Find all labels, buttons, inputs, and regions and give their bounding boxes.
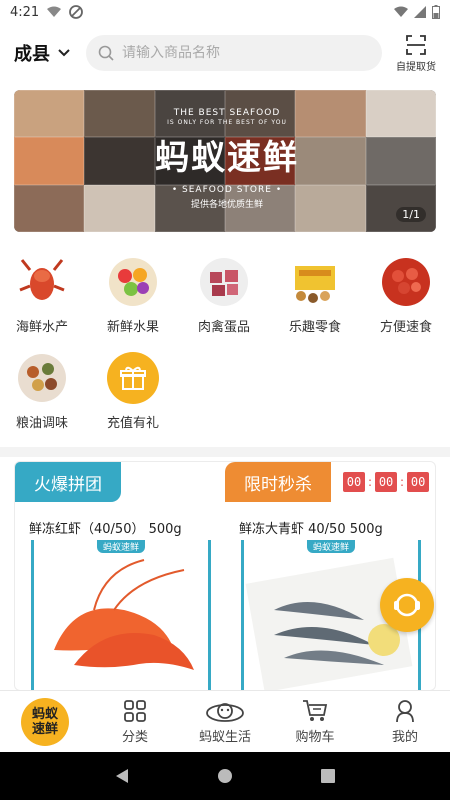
- section-divider: [0, 447, 450, 457]
- banner-page-counter: 1/1: [396, 207, 426, 222]
- home-logo-text: 蚂蚁速鲜: [31, 707, 58, 737]
- banner-title: 蚂蚁速鲜: [155, 138, 299, 178]
- product-name[interactable]: 鲜冻红虾（40/50） 500g: [29, 518, 182, 537]
- timer-minutes: 00: [375, 472, 398, 492]
- bottom-tab-bar: 蚂蚁速鲜 分类 蚂蚁生活 购物车 我的: [0, 690, 450, 752]
- tab-category[interactable]: 分类: [90, 691, 180, 753]
- search-input[interactable]: [122, 45, 352, 61]
- pickup-button[interactable]: 自提取货: [396, 34, 436, 73]
- category-snacks[interactable]: 乐趣零食: [279, 256, 351, 335]
- flash-sale-tag[interactable]: 限时秒杀: [225, 462, 331, 502]
- category-label: 粮油调味: [15, 416, 68, 431]
- signal-icon: [414, 6, 426, 18]
- no-disturb-icon: [69, 5, 84, 19]
- banner-store-line: • SEAFOOD STORE •: [171, 185, 283, 195]
- gift-icon: [107, 352, 159, 404]
- header: 成县 自提取货: [0, 26, 450, 80]
- cart-icon: [303, 700, 328, 721]
- chevron-down-icon: [58, 49, 70, 57]
- grid-icon: [124, 700, 146, 722]
- tab-cart[interactable]: 购物车: [270, 691, 360, 753]
- product-badge: 蚂蚁速鲜: [306, 540, 356, 553]
- tab-label: 蚂蚁生活: [198, 730, 251, 745]
- crayfish-icon: [380, 256, 432, 308]
- product-image-red-shrimp[interactable]: 蚂蚁速鲜: [31, 540, 211, 690]
- category-instant-food[interactable]: 方便速食: [370, 256, 442, 335]
- city-label: 成县: [14, 44, 50, 65]
- timer-hours: 00: [343, 472, 365, 492]
- group-buy-tag[interactable]: 火爆拼团: [15, 462, 121, 502]
- tab-label: 购物车: [295, 730, 335, 745]
- headset-icon: [394, 593, 420, 617]
- status-bar: 4:21: [0, 0, 450, 24]
- timer-separator: :: [368, 475, 373, 489]
- wifi-icon: [394, 6, 408, 17]
- category-seafood[interactable]: 海鲜水产: [6, 256, 78, 335]
- spices-icon: [16, 352, 68, 404]
- promo-banner[interactable]: THE BEST SEAFOOD IS ONLY FOR THE BEST OF…: [14, 90, 436, 232]
- category-label: 充值有礼: [106, 416, 159, 431]
- banner-en-line1: THE BEST SEAFOOD: [173, 108, 281, 118]
- tab-home[interactable]: 蚂蚁速鲜: [0, 691, 90, 753]
- category-meat[interactable]: 肉禽蛋品: [188, 256, 260, 335]
- snack-box-icon: [289, 256, 341, 308]
- status-time: 4:21: [10, 4, 40, 20]
- scan-icon: [406, 34, 426, 55]
- tab-profile[interactable]: 我的: [360, 691, 450, 753]
- red-shrimp-image: [54, 559, 194, 670]
- timer-separator: :: [400, 475, 405, 489]
- product-name[interactable]: 鲜冻大青虾 40/50 500g: [239, 518, 383, 537]
- ant-life-icon: [206, 703, 244, 722]
- back-icon[interactable]: [114, 768, 130, 784]
- home-icon[interactable]: [217, 768, 233, 784]
- banner-text: THE BEST SEAFOOD IS ONLY FOR THE BEST OF…: [142, 108, 312, 220]
- banner-en-line2: IS ONLY FOR THE BEST OF YOU: [167, 119, 287, 126]
- home-logo-icon: 蚂蚁速鲜: [21, 698, 69, 746]
- promo-section: 火爆拼团 限时秒杀 00 : 00 : 00 鲜冻红虾（40/50） 500g …: [14, 461, 436, 691]
- category-label: 新鲜水果: [106, 320, 159, 335]
- category-label: 乐趣零食: [288, 320, 341, 335]
- battery-icon: [432, 5, 440, 19]
- category-recharge-gift[interactable]: 充值有礼: [97, 352, 169, 431]
- profile-icon: [396, 700, 414, 723]
- category-label: 海鲜水产: [15, 320, 68, 335]
- recents-icon[interactable]: [320, 768, 336, 784]
- city-selector[interactable]: 成县: [14, 40, 70, 66]
- fruit-bowl-icon: [107, 256, 159, 308]
- category-label: 肉禽蛋品: [197, 320, 250, 335]
- search-icon: [98, 45, 114, 61]
- banner-subtitle: 提供各地优质生鲜: [190, 200, 263, 210]
- category-grain-oil[interactable]: 粮油调味: [6, 352, 78, 431]
- category-fruit[interactable]: 新鲜水果: [97, 256, 169, 335]
- system-nav-bar: [0, 752, 450, 800]
- customer-service-button[interactable]: [380, 578, 434, 632]
- meat-icon: [198, 256, 250, 308]
- wifi-off-icon: [47, 6, 62, 17]
- tab-label: 我的: [391, 730, 418, 745]
- tab-label: 分类: [121, 730, 148, 745]
- category-label: 方便速食: [379, 320, 432, 335]
- timer-seconds: 00: [407, 472, 430, 492]
- product-badge: 蚂蚁速鲜: [96, 540, 146, 553]
- lobster-icon: [16, 256, 68, 308]
- tab-ant-life[interactable]: 蚂蚁生活: [180, 691, 270, 753]
- countdown-timer: 00 : 00 : 00: [343, 472, 430, 492]
- search-bar[interactable]: [86, 35, 382, 71]
- pickup-label: 自提取货: [396, 61, 436, 73]
